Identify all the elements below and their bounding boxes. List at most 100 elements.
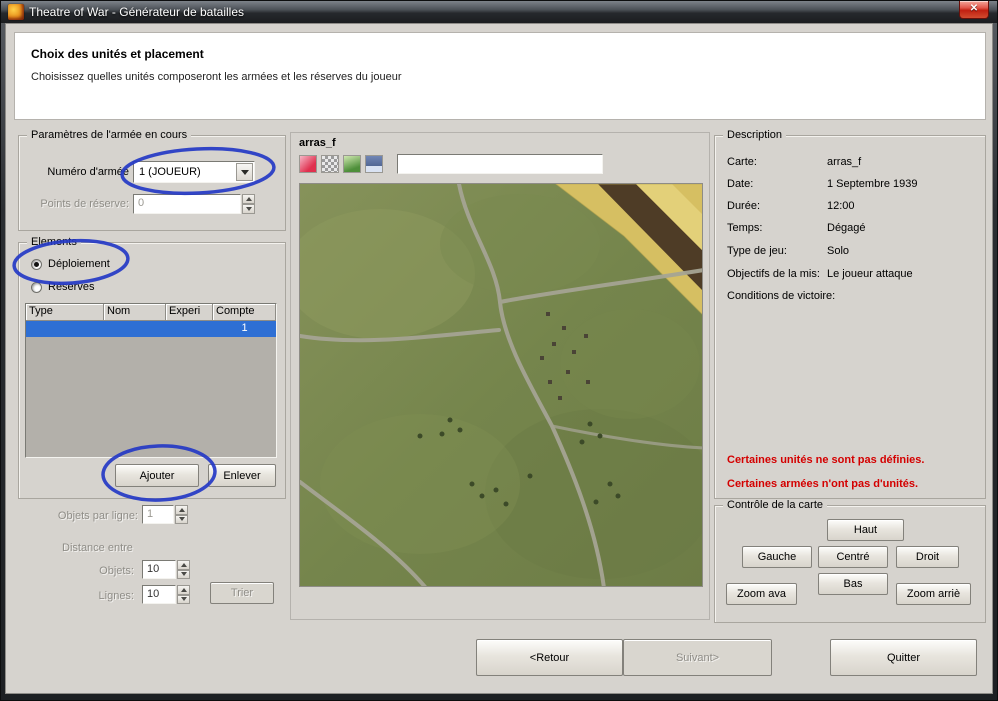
desc-value: 1 Septembre 1939 [827, 178, 918, 190]
page-title: Choix des unités et placement [31, 47, 204, 61]
reserve-points-value[interactable]: 0 [133, 194, 241, 214]
reserve-points-spinner[interactable]: 0 [133, 194, 255, 214]
army-params-legend: Paramètres de l'armée en cours [27, 129, 191, 141]
distance-label: Distance entre [62, 542, 133, 554]
header-banner: Choix des unités et placement Choisissez… [14, 32, 986, 120]
radio-deploiement-label[interactable]: Déploiement [48, 258, 110, 270]
pan-left-button[interactable]: Gauche [742, 546, 812, 568]
spin-down-icon [179, 517, 185, 521]
spin-down-icon [181, 572, 187, 576]
cell-type [26, 321, 104, 337]
desc-value: Le joueur attaque [827, 268, 913, 280]
elements-legend: Elements [27, 236, 81, 248]
pan-right-button[interactable]: Droit [896, 546, 959, 568]
spin-up-icon [181, 588, 187, 592]
sort-button[interactable]: Trier [210, 582, 274, 604]
lines-label: Lignes: [62, 590, 134, 602]
center-button[interactable]: Centré [818, 546, 888, 568]
description-legend: Description [723, 129, 786, 141]
radio-reserves[interactable] [31, 282, 42, 293]
pan-down-button[interactable]: Bas [818, 573, 888, 595]
army-number-value: 1 (JOUEUR) [139, 166, 201, 178]
spin-down-button[interactable] [175, 515, 188, 525]
window: Theatre of War - Générateur de batailles… [0, 0, 998, 701]
chevron-down-icon [241, 170, 249, 175]
units-table[interactable]: Type Nom Experi Compte 1 [25, 303, 277, 458]
spin-down-icon [246, 207, 252, 211]
objects-label: Objets: [62, 565, 134, 577]
desc-label: Type de jeu: [727, 245, 787, 257]
quit-button[interactable]: Quitter [830, 639, 977, 676]
desc-label: Conditions de victoire: [727, 290, 835, 302]
map-image [300, 184, 703, 587]
spin-up-button[interactable] [177, 560, 190, 570]
table-empty-area[interactable] [26, 337, 276, 457]
table-header: Type Nom Experi Compte [26, 304, 276, 321]
zoom-out-button[interactable]: Zoom arriè [896, 583, 971, 605]
elements-group: Elements Déploiement Réserves Type Nom E… [18, 242, 286, 499]
zoom-in-button[interactable]: Zoom ava [726, 583, 797, 605]
app-icon [8, 4, 24, 20]
pan-up-button[interactable]: Haut [827, 519, 904, 541]
spin-down-button[interactable] [177, 595, 190, 605]
page-subtitle: Choisissez quelles unités composeront le… [31, 71, 402, 83]
radio-reserves-label[interactable]: Réserves [48, 281, 94, 293]
desc-value: arras_f [827, 156, 861, 168]
column-header-experience[interactable]: Experi [166, 304, 213, 321]
desc-value: Dégagé [827, 222, 866, 234]
desc-label: Carte: [727, 156, 757, 168]
warning-units: Certaines unités ne sont pas définies. [727, 454, 924, 466]
spin-up-button[interactable] [177, 585, 190, 595]
cell-nom [104, 321, 166, 337]
lines-distance-spinner[interactable]: 10 [142, 585, 190, 604]
map-tool-save-icon[interactable] [365, 155, 383, 173]
radio-deploiement[interactable] [31, 259, 42, 270]
close-icon: ✕ [970, 3, 978, 14]
reserve-points-label: Points de réserve: [37, 198, 129, 210]
add-button[interactable]: Ajouter [115, 464, 199, 487]
column-header-type[interactable]: Type [26, 304, 104, 321]
map-tool-grid-icon[interactable] [321, 155, 339, 173]
army-number-combobox[interactable]: 1 (JOUEUR) [133, 161, 255, 183]
cell-compte: 1 [213, 321, 276, 337]
objects-distance-value[interactable]: 10 [142, 560, 176, 579]
cell-experience [166, 321, 213, 337]
map-title: arras_f [299, 137, 336, 149]
next-button[interactable]: Suivant> [623, 639, 772, 676]
table-row[interactable]: 1 [26, 321, 276, 337]
combo-dropdown-button[interactable] [236, 163, 253, 181]
objects-distance-spinner[interactable]: 10 [142, 560, 190, 579]
spin-down-button[interactable] [177, 570, 190, 580]
map-tool-terrain-icon[interactable] [343, 155, 361, 173]
objects-per-line-label: Objets par ligne: [14, 510, 138, 522]
spin-up-icon [246, 197, 252, 201]
warning-armies: Certaines armées n'ont pas d'unités. [727, 478, 918, 490]
lines-distance-value[interactable]: 10 [142, 585, 176, 604]
column-header-compte[interactable]: Compte [213, 304, 276, 321]
desc-value: 12:00 [827, 200, 855, 212]
spin-up-icon [179, 508, 185, 512]
remove-button[interactable]: Enlever [208, 464, 276, 487]
desc-value: Solo [827, 245, 849, 257]
spin-up-button[interactable] [175, 505, 188, 515]
titlebar[interactable]: Theatre of War - Générateur de batailles [1, 1, 997, 23]
close-button[interactable]: ✕ [959, 1, 989, 19]
column-header-nom[interactable]: Nom [104, 304, 166, 321]
objects-per-line-spinner[interactable]: 1 [142, 505, 188, 524]
desc-label: Durée: [727, 200, 760, 212]
spin-up-button[interactable] [242, 194, 255, 204]
spin-up-icon [181, 563, 187, 567]
back-button[interactable]: <Retour [476, 639, 623, 676]
map-name-field[interactable] [397, 154, 603, 174]
map-tool-marker-icon[interactable] [299, 155, 317, 173]
map-view[interactable] [299, 183, 703, 587]
spin-down-button[interactable] [242, 204, 255, 214]
desc-label: Temps: [727, 222, 762, 234]
desc-label: Objectifs de la mis: [727, 268, 820, 280]
map-panel: arras_f [290, 132, 710, 620]
desc-label: Date: [727, 178, 753, 190]
objects-per-line-value[interactable]: 1 [142, 505, 174, 524]
map-controls-legend: Contrôle de la carte [723, 499, 827, 511]
dialog-body: Choix des unités et placement Choisissez… [5, 23, 993, 694]
army-number-label: Numéro d'armée [37, 166, 129, 178]
